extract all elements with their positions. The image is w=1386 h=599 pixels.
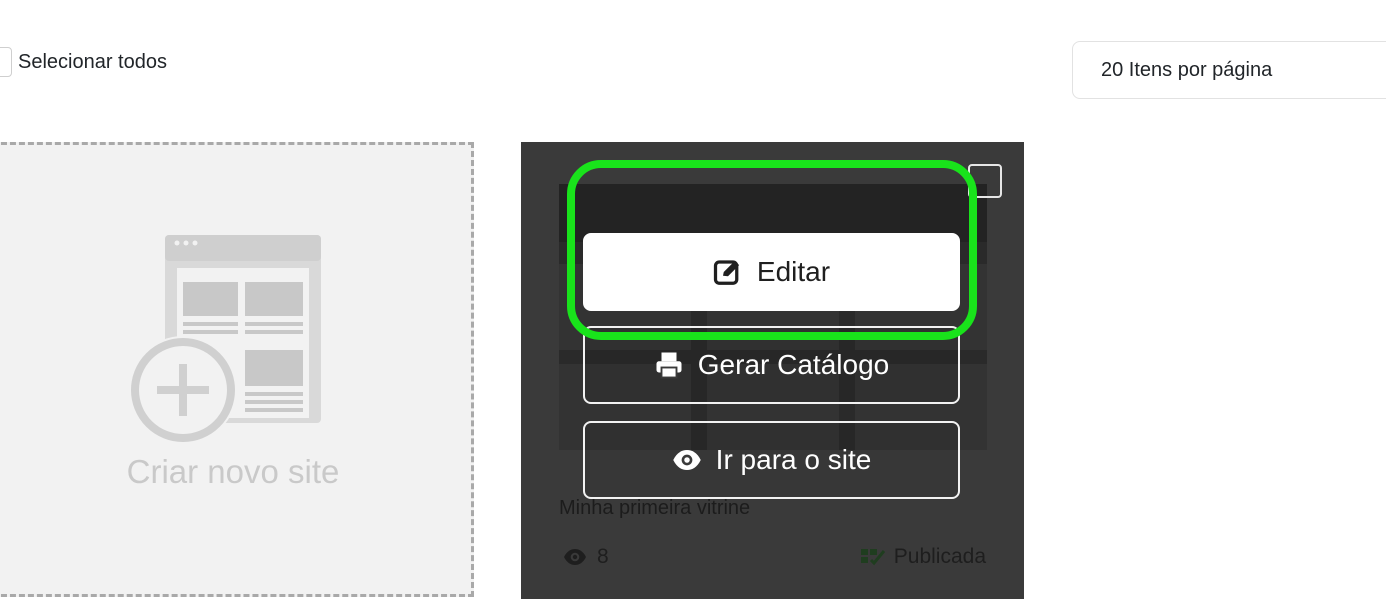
printer-icon (654, 350, 684, 380)
site-select-checkbox[interactable] (968, 164, 1002, 198)
visit-site-label: Ir para o site (715, 444, 872, 475)
site-thumbnail (559, 184, 987, 450)
site-add-illustration-icon (129, 235, 321, 444)
items-per-page-select[interactable]: 20 Itens por página (1072, 41, 1386, 99)
views-eye-icon (563, 545, 587, 569)
eye-icon (672, 445, 702, 475)
items-per-page-value: 20 Itens por página (1101, 58, 1273, 81)
site-title: Minha primeira vitrine (559, 497, 751, 519)
edit-button-label: Editar (756, 256, 831, 287)
generate-catalog-button[interactable]: Gerar Catálogo (583, 326, 960, 404)
select-all-checkbox[interactable] (0, 47, 12, 77)
generate-catalog-label: Gerar Catálogo (697, 349, 890, 380)
visit-site-button[interactable]: Ir para o site (583, 421, 960, 499)
site-card-footer: 8 Publicada (563, 542, 986, 572)
create-site-label: Criar novo site (126, 453, 340, 490)
select-all-label[interactable]: Selecionar todos (18, 51, 167, 74)
edit-button[interactable]: Editar (583, 233, 960, 311)
status-badge: Publicada (860, 545, 986, 569)
views-count-value: 8 (597, 545, 609, 568)
sites-page: Selecionar todos 20 Itens por página Cri… (0, 0, 1386, 599)
select-all[interactable]: Selecionar todos (0, 44, 167, 80)
views-count: 8 (563, 545, 609, 569)
published-icon (860, 547, 886, 567)
create-site-card[interactable]: Criar novo site (0, 142, 474, 597)
site-card[interactable]: Editar Gerar Catálogo Ir para o site Min… (521, 142, 1024, 599)
edit-icon (713, 257, 743, 287)
status-label: Publicada (893, 545, 986, 568)
